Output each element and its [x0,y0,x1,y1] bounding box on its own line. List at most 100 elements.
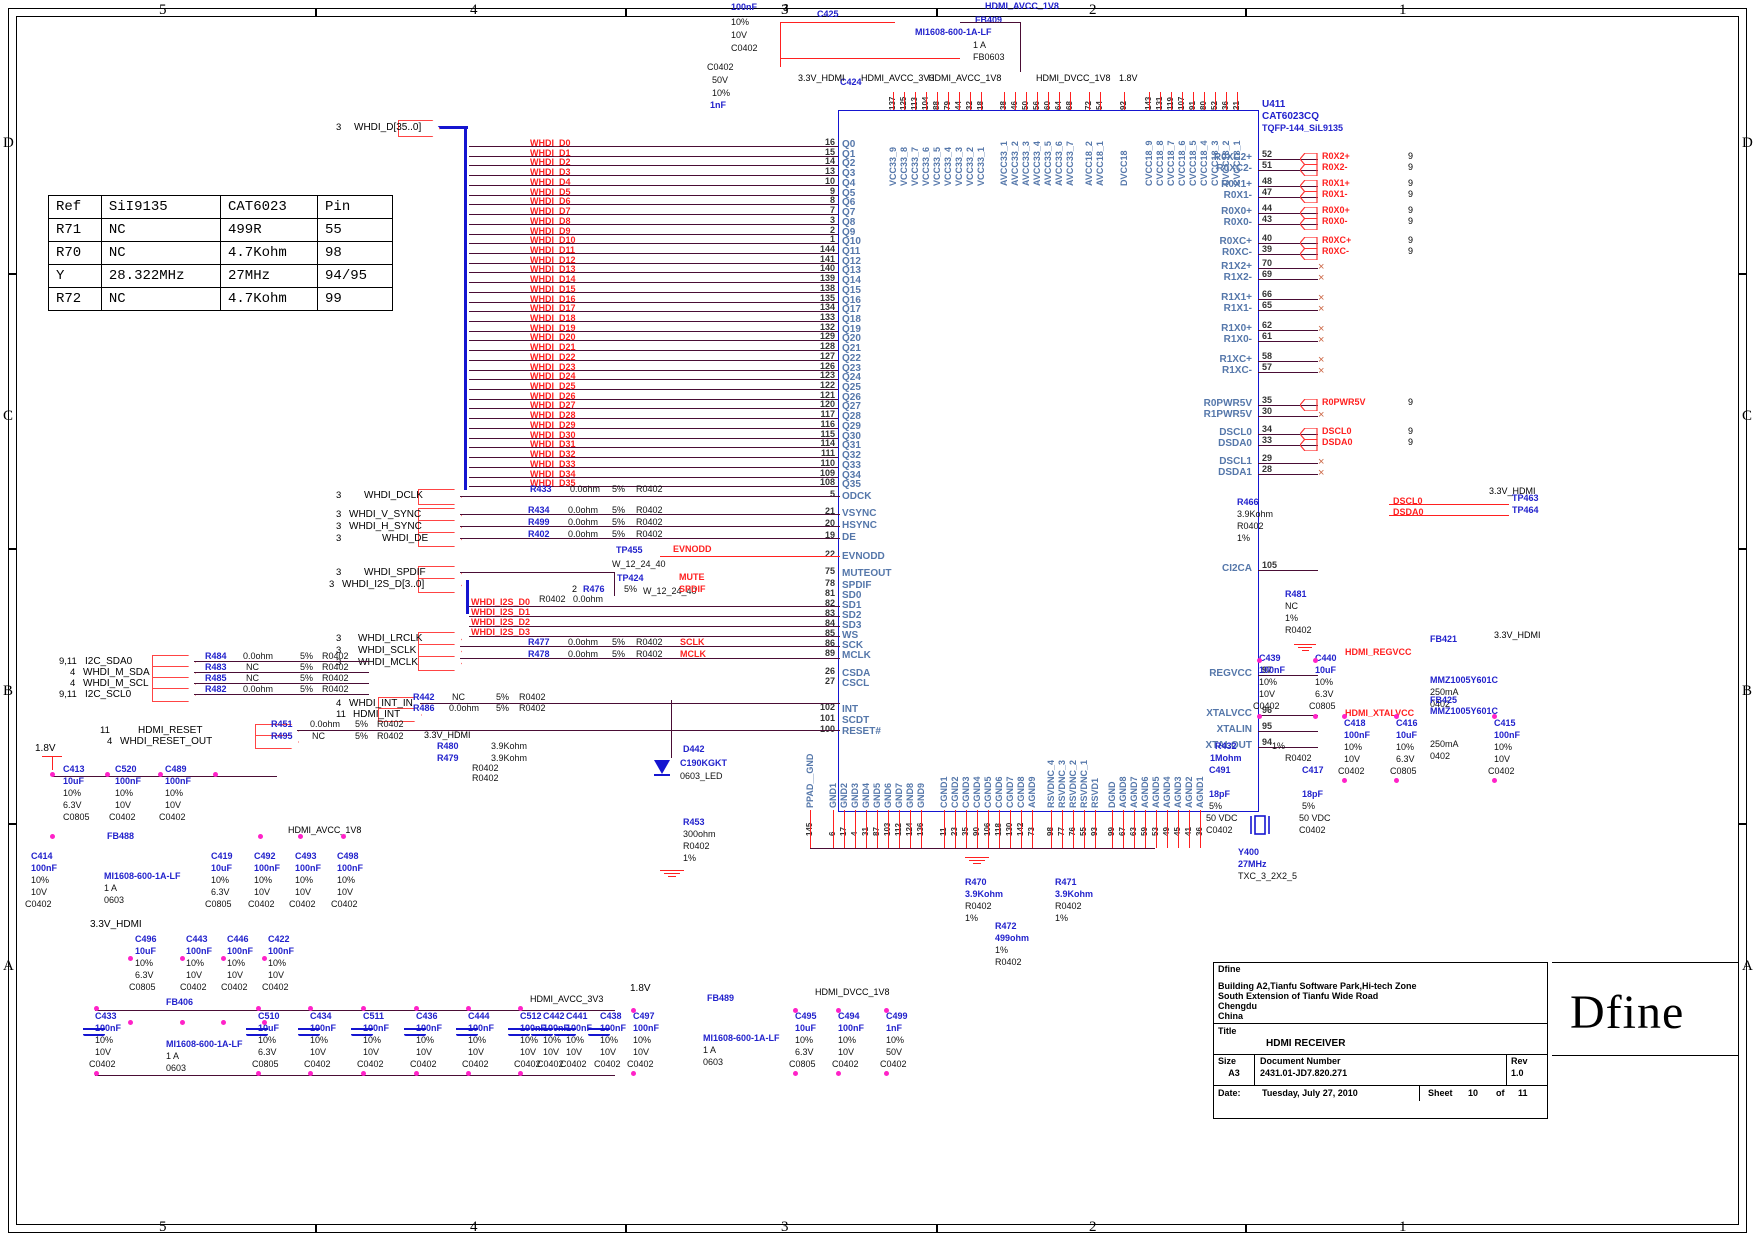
c417-pkg: C0402 [1299,825,1326,835]
wire-gnd-stub [844,810,845,848]
power-pin-vcc33_7: VCC33_7 [910,146,920,186]
zone-right-B: B [1742,683,1753,699]
junction-dot [793,1071,798,1076]
junction-dot [221,1020,226,1025]
offsheet-arrow-icon[interactable] [1300,191,1318,203]
offsheet-arrow-icon[interactable] [1300,248,1318,260]
sheet-ref: 9 [1408,205,1414,215]
gnd-pin-cgnd2: CGND2 [950,776,960,808]
r485-tol: 5% [300,673,314,683]
wire-tp463 [1389,504,1509,505]
cell: NC [100,287,221,311]
c419-tol: 10% [211,875,230,885]
port-sheet-ref: 3 [336,490,342,501]
wire-data-pin [469,311,838,313]
net-label-whdi_d21: WHDI_D21 [530,342,576,353]
c492-refdes: C492 [254,851,276,861]
pin-number-48: 48 [1262,176,1273,186]
wire-gnd-stub [855,810,856,848]
r479-pkg: R0402 [472,773,499,783]
power-pin-cvcc18_4: CVCC18_4 [1199,140,1209,186]
address-line-2: South Extension of Tianfu Wide Road [1218,991,1379,1001]
title-value: HDMI RECEIVER [1266,1038,1346,1049]
power-pin-avcc33_7: AVCC33_7 [1065,141,1075,186]
ic-refdes: U411 [1262,99,1286,110]
pin-name-r0pwr5v: R0PWR5V [1203,398,1252,409]
pin-number-40: 40 [1262,233,1273,243]
wire-data-pin [469,194,838,196]
port-whdi-mclk[interactable] [418,656,462,671]
port-sheet-ref: 3 [336,521,342,532]
capacitor-symbol-c510 [246,1028,268,1038]
r478-pkg: R0402 [636,649,663,659]
c422-tol: 10% [268,958,287,968]
wire-power-stub [1226,92,1227,110]
zone-tick [1245,1225,1247,1233]
r466-pkg: R0402 [1237,521,1264,531]
r466-refdes: R466 [1237,497,1259,507]
c414-val: 100nF [31,863,58,873]
rail-33v-hdmi-bank: 3.3V_HDMI [90,919,142,930]
pin-number-62: 62 [1262,320,1273,330]
c443-val: 100nF [186,946,213,956]
c446-val: 100nF [227,946,254,956]
offsheet-arrow-icon[interactable] [1300,399,1318,411]
pin-number-22: 22 [824,549,835,559]
rev-value: 1.0 [1511,1068,1524,1078]
offsheet-arrow-icon[interactable] [1300,439,1318,451]
c492-tol: 10% [254,875,273,885]
zone-bottom-1: 1 [1399,1219,1407,1235]
pin-number-69: 69 [1262,269,1273,279]
c498-pkg: C0402 [331,899,358,909]
fb409-pkg: FB0603 [973,52,1005,62]
wire-data-pin [469,359,838,361]
col-ref: Ref [48,195,102,219]
wire-gnd-stub [1134,810,1135,848]
r485-pkg: R0402 [322,673,349,683]
offsheet-arrow-icon[interactable] [1300,164,1318,176]
port-label-whdi-sclk: WHDI_SCLK [358,645,417,656]
address-line-4: China [1218,1011,1244,1021]
wire-power-stub [937,92,938,110]
r495-val: NC [312,731,325,741]
wire-data-pin [469,427,838,429]
port-sheet-ref: 3 [329,579,335,590]
r484-val: 0.0ohm [243,651,274,661]
pin-number-135: 135 [819,292,835,303]
fb488-part: MI1608-600-1A-LF [104,871,181,881]
cell: 28.322MHz [100,264,221,288]
cell: R70 [48,241,102,265]
sheet-ref: 9 [1408,246,1414,256]
r432-tol: 1% [1272,741,1286,751]
r484-pkg: R0402 [322,651,349,661]
junction-dot [836,1071,841,1076]
junction-dot [1394,714,1399,719]
y400-refdes: Y400 [1238,847,1260,857]
port-whdi-i2s-bus[interactable] [418,578,462,593]
power-pin-cvcc18_6: CVCC18_6 [1177,140,1187,186]
zone-bottom-3: 3 [781,1219,789,1235]
capacitor-symbol-c434 [298,1028,320,1038]
offsheet-arrow-icon[interactable] [1300,218,1318,230]
r481-refdes: R481 [1285,589,1307,599]
junction-dot [518,1006,523,1011]
sheet-value: 10 [1468,1088,1479,1098]
fb406-refdes: FB406 [166,997,194,1007]
fb488-current: 1 A [104,883,118,893]
port-whdi-dclk[interactable] [418,489,462,505]
port-label-whdi-i2s-bus: WHDI_I2S_D[3..0] [342,579,425,590]
cap-volt-c442: 10V [543,1047,560,1057]
junction-dot [1342,714,1347,719]
tp463-refdes: TP463 [1512,493,1539,503]
pin-number-133: 133 [819,312,835,322]
wire-gnd-stub [1062,810,1063,848]
net-label-whdi_d27: WHDI_D27 [530,400,576,411]
port-i2c-scl0[interactable] [152,688,196,702]
cap-volt-c511: 10V [363,1047,380,1057]
junction-dot [180,1020,185,1025]
rail-dvcc-1v8-top: HDMI_DVCC_1V8 [1036,73,1111,83]
r470-refdes: R470 [965,877,987,887]
pin-name-regvcc: REGVCC [1209,668,1252,679]
r482-val: 0.0ohm [243,684,274,694]
r495-pkg: R0402 [377,731,404,741]
